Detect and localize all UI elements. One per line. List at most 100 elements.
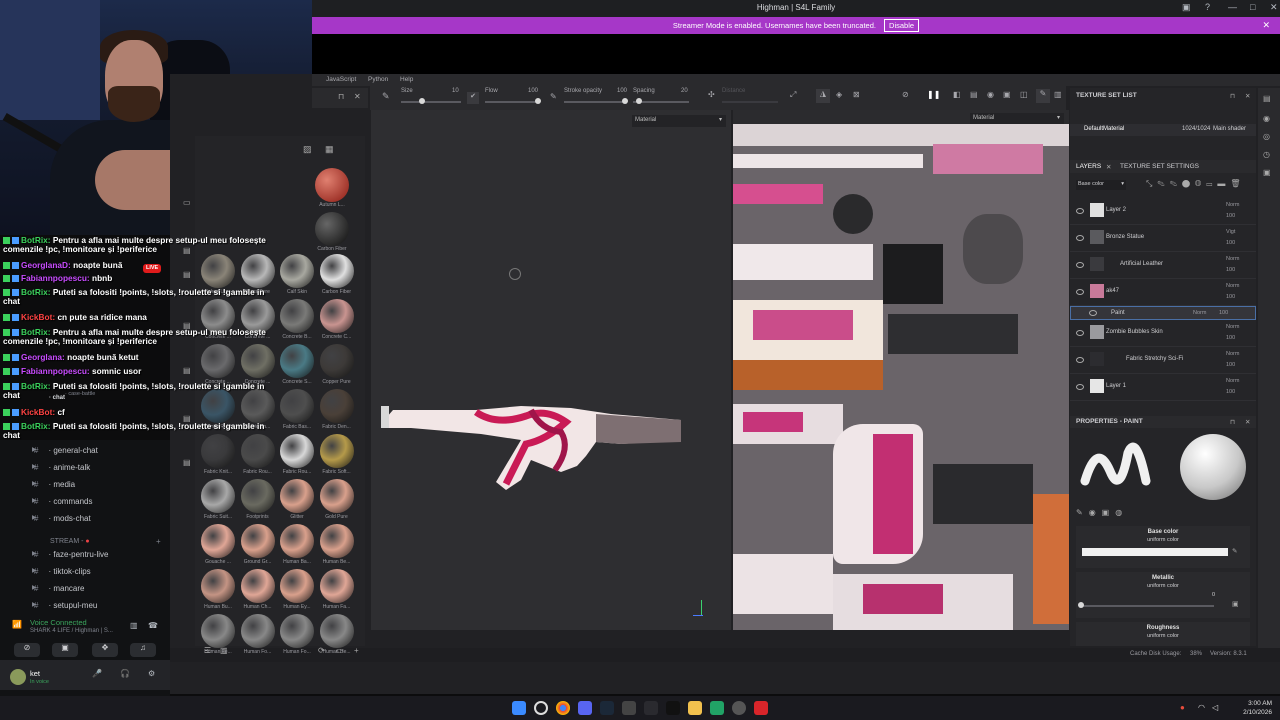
layer-opacity[interactable]: 100 [1226,362,1235,368]
shelf-item[interactable] [240,479,275,513]
layer-blend[interactable]: Norm [1226,324,1239,330]
shelf-item[interactable] [319,524,354,558]
layer-row[interactable]: Layer 1 Norm 100 [1070,374,1256,401]
avatar[interactable] [10,669,26,685]
channel-tiktok-clips[interactable]: ▶ # · tiktok-clips [32,567,91,576]
shelf-item[interactable] [280,524,314,558]
shelf-item[interactable] [201,524,235,558]
tab-layers[interactable]: LAYERS [1076,163,1101,170]
symmetry-icon[interactable]: ⤢ [790,90,796,100]
shelf-item[interactable] [319,254,354,288]
layers-icon[interactable]: ▤ [1263,94,1271,103]
layer-opacity[interactable]: 100 [1226,240,1235,246]
shelf-item[interactable] [319,434,354,468]
tab-texture-set-settings[interactable]: TEXTURE SET SETTINGS [1120,163,1199,170]
display-settings-icon[interactable]: ▣ [1263,168,1271,177]
channel-media[interactable]: ▶ # · media [32,480,75,489]
channel-setupul-meu[interactable]: ▶ # · setupul-meu [32,601,97,610]
crop-icon[interactable]: ⊠ [853,90,860,99]
shelf-item[interactable] [315,212,349,246]
channel-case-battle-partial[interactable]: · case-battle [65,390,95,399]
obs-icon[interactable] [732,701,746,715]
camera-off-icon[interactable]: ⊘ [14,643,40,657]
shelf-item[interactable] [240,614,275,648]
layer-tools[interactable]: ⤡✎✎⬤◍▭▬🗑 [1146,179,1246,189]
settings-icon[interactable]: ◎ [1263,132,1270,141]
wifi-icon[interactable]: ◠ [1198,703,1205,712]
eye-icon[interactable] [1089,310,1097,316]
minimize-button[interactable]: — [1228,2,1237,12]
layer-opacity[interactable]: 100 [1226,267,1235,273]
flow-value[interactable]: 100 [528,88,538,94]
shelf-item[interactable] [280,389,314,423]
excel-icon[interactable] [710,701,724,715]
fill-icon[interactable]: ▥ [1054,90,1062,99]
layer-blend[interactable]: Norm [1193,310,1206,316]
file-explorer-icon[interactable] [688,701,702,715]
folder-icon[interactable]: ▭ [183,198,191,207]
light-icon[interactable] [509,268,521,280]
channel-chat-partial[interactable]: · chat [49,394,65,403]
close-button[interactable]: ✕ [1270,2,1278,13]
layer-blend[interactable]: Norm [1226,202,1239,208]
gear-icon[interactable]: ⚙ [148,669,155,678]
inbox-icon[interactable]: ▣ [1182,2,1191,13]
microphone-icon[interactable]: ● [1180,703,1185,712]
projection-icon[interactable]: ◈ [836,90,842,99]
pause-icon[interactable]: ❚❚ [927,90,940,99]
shelf-item[interactable] [201,569,235,603]
jitter-icon[interactable]: ✣ [708,90,715,99]
texture-icon[interactable]: ▣ [1232,600,1239,608]
disable-streamer-mode-button[interactable]: Disable [884,19,920,32]
display-icon[interactable]: ▤ [970,90,978,99]
channel-commands[interactable]: ▶ # · commands [32,497,92,506]
layer-row[interactable]: Artificial Leather Norm 100 [1070,252,1256,279]
disconnect-icon[interactable]: ☎ [148,621,158,630]
pen-icon[interactable]: ✎ [550,92,557,101]
stroke-opacity-slider[interactable] [564,98,628,104]
close-icon[interactable]: ✕ [1245,418,1250,426]
size-slider[interactable] [401,98,461,104]
layer-row[interactable]: Bronze Statue Vigt 100 [1070,225,1256,252]
distance-slider[interactable] [722,101,778,103]
shelf-item[interactable] [280,434,314,468]
layer-blend[interactable]: Norm [1226,256,1239,262]
shelf-item[interactable] [280,254,314,288]
headphones-icon[interactable]: 🎧 [120,669,130,678]
search-icon[interactable] [534,701,548,715]
shelf-item[interactable] [280,569,314,603]
layer-opacity[interactable]: 100 [1226,389,1235,395]
ak47-model[interactable] [381,400,691,500]
shelf-item[interactable] [319,344,354,378]
steam-icon[interactable] [600,701,614,715]
camera-icon[interactable]: ◉ [987,90,994,99]
texture-set-row[interactable]: DefaultMaterial 1024/1024 Main shader [1070,124,1256,136]
layer-opacity[interactable]: 100 [1219,310,1228,316]
shelf-item[interactable] [319,614,354,648]
activities-icon[interactable]: ✥ [92,643,118,657]
viewport-material-dropdown[interactable]: Material ▾ [632,115,726,127]
menu-help[interactable]: Help [400,76,413,83]
system-clock[interactable]: 3:00 AM 2/10/2026 [1243,699,1272,717]
shelf-item[interactable] [319,479,354,513]
shelf-item[interactable] [319,299,354,333]
spacing-slider[interactable] [633,98,689,104]
image-icon[interactable]: ▨ [303,144,312,155]
chrome-icon[interactable] [556,701,570,715]
soundboard-icon[interactable]: ♫ [130,643,156,657]
channel-dropdown[interactable]: Base color ▾ [1076,180,1126,190]
eye-icon[interactable] [1076,384,1084,390]
viewport-2d[interactable]: Material ▾ [733,110,1069,630]
channel-anime-talk[interactable]: ▶ # · anime-talk [32,463,90,472]
layer-row[interactable]: Layer 2 Norm 100 [1070,198,1256,225]
camera-off-icon[interactable]: ⊘ [902,90,909,99]
property-tabs[interactable]: ✎◉▣◍ [1076,508,1128,517]
layer-row[interactable]: Zombie Bubbles Skin Norm 100 [1070,320,1256,347]
channel-faze-pentru-live[interactable]: ▶ # · faze-pentru-live [32,550,108,559]
maximize-button[interactable]: □ [1250,2,1255,12]
eye-icon[interactable] [1076,262,1084,268]
shelf-item[interactable] [280,614,314,648]
soundboard-icon[interactable]: ▥ [130,621,138,630]
eye-icon[interactable] [1076,330,1084,336]
eye-icon[interactable] [1076,235,1084,241]
